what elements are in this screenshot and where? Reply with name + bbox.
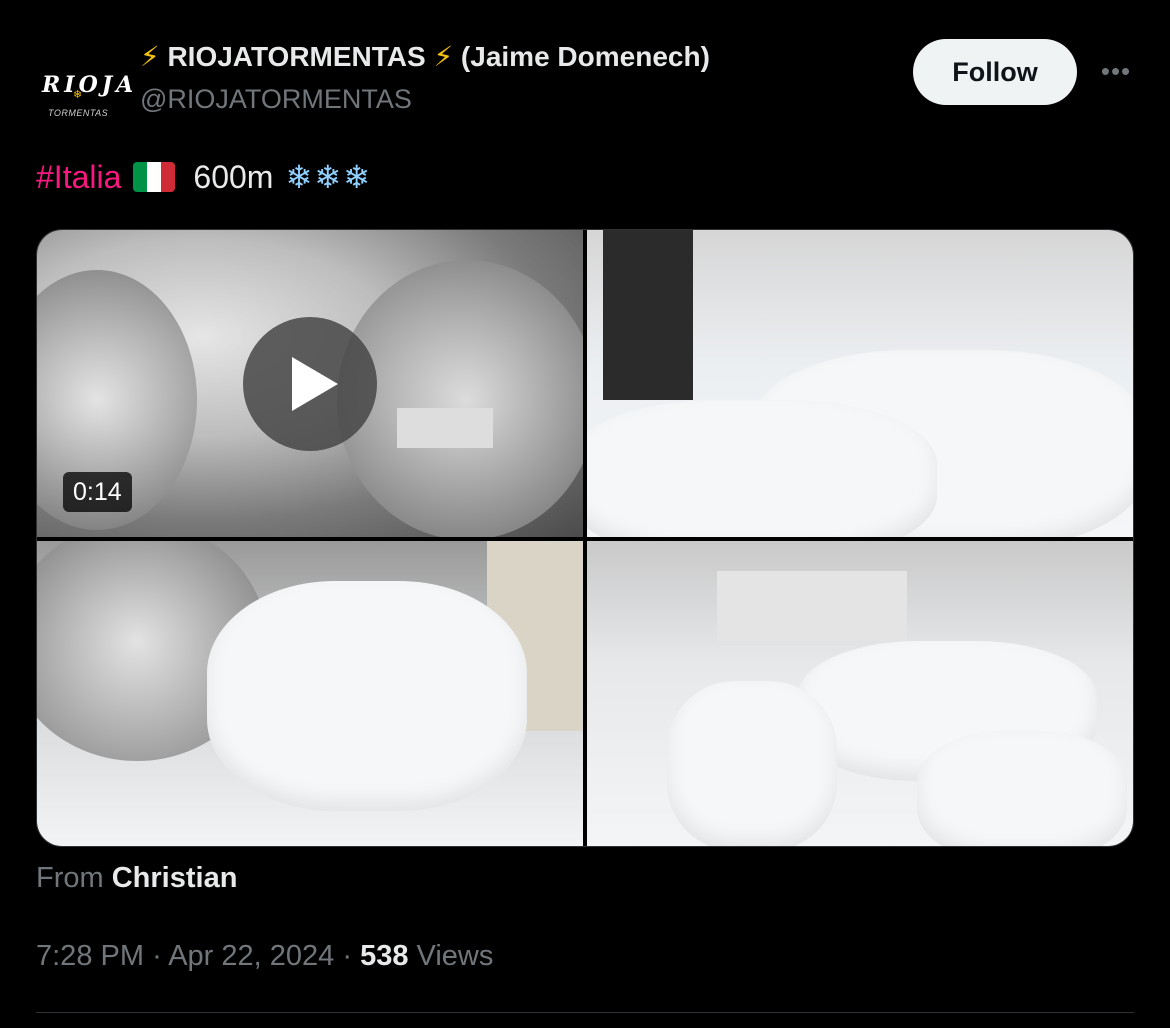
lightning-icon: ⚡ xyxy=(140,41,160,72)
flag-stripe-white xyxy=(147,162,162,192)
snow-mound-image xyxy=(587,400,937,537)
user-handle[interactable]: @RIOJATORMENTAS xyxy=(140,84,412,115)
house-image xyxy=(717,571,907,641)
snow-covered-chair-image xyxy=(917,731,1127,846)
real-name: (Jaime Domenech) xyxy=(460,41,710,72)
snow-covered-chair-image xyxy=(667,681,837,846)
snow-covered-van-image xyxy=(207,581,527,811)
play-icon xyxy=(292,357,338,411)
flag-stripe-green xyxy=(133,162,148,192)
meta-separator: · xyxy=(342,940,353,972)
post-image xyxy=(603,230,693,400)
hashtag-link[interactable]: #Italia xyxy=(36,159,121,196)
avatar-logo-text: RIOJA xyxy=(42,72,138,98)
more-options-icon[interactable]: ••• xyxy=(1098,56,1134,86)
tweet-text: #Italia 600m ❄❄❄ xyxy=(36,158,372,196)
follow-button[interactable]: Follow xyxy=(913,39,1077,105)
play-button[interactable] xyxy=(243,317,377,451)
display-name[interactable]: ⚡ RIOJATORMENTAS ⚡ (Jaime Domenech) xyxy=(140,40,710,73)
source-name[interactable]: Christian xyxy=(112,862,238,894)
divider xyxy=(36,1012,1134,1013)
italy-flag-icon xyxy=(133,162,176,192)
video-thumbnail[interactable]: 0:14 xyxy=(37,230,583,537)
avatar-bolt-icon: ❄ xyxy=(73,89,83,101)
snowflake-icons: ❄❄❄ xyxy=(285,159,372,195)
photo-snow-covered-table[interactable] xyxy=(587,541,1133,846)
media-grid: 0:14 xyxy=(36,229,1134,847)
avatar[interactable]: RIOJA ❄ TORMENTAS xyxy=(36,46,133,134)
tweet-meta: 7:28 PM · Apr 22, 2024 · 538 Views xyxy=(36,940,493,973)
flag-stripe-red xyxy=(161,162,176,192)
altitude-text: 600m xyxy=(193,158,274,195)
views-count: 538 xyxy=(360,940,409,972)
sign-image xyxy=(397,408,493,448)
video-duration-badge: 0:14 xyxy=(63,472,132,512)
views-label: Views xyxy=(416,940,494,972)
tweet-header: RIOJA ❄ TORMENTAS ⚡ RIOJATORMENTAS ⚡ (Ja… xyxy=(36,36,1136,134)
avatar-logo-sub: TORMENTAS xyxy=(48,108,109,118)
photo-snow-covered-van[interactable] xyxy=(37,541,583,846)
display-name-text: RIOJATORMENTAS xyxy=(167,41,426,72)
source-prefix: From xyxy=(36,862,104,894)
tweet-time[interactable]: 7:28 PM xyxy=(36,940,144,972)
lightning-icon: ⚡ xyxy=(433,41,454,72)
meta-separator: · xyxy=(152,940,162,972)
photo-snow-covered-car[interactable] xyxy=(587,230,1133,537)
tweet-date[interactable]: Apr 22, 2024 xyxy=(168,940,334,972)
media-source: From Christian xyxy=(36,862,237,895)
